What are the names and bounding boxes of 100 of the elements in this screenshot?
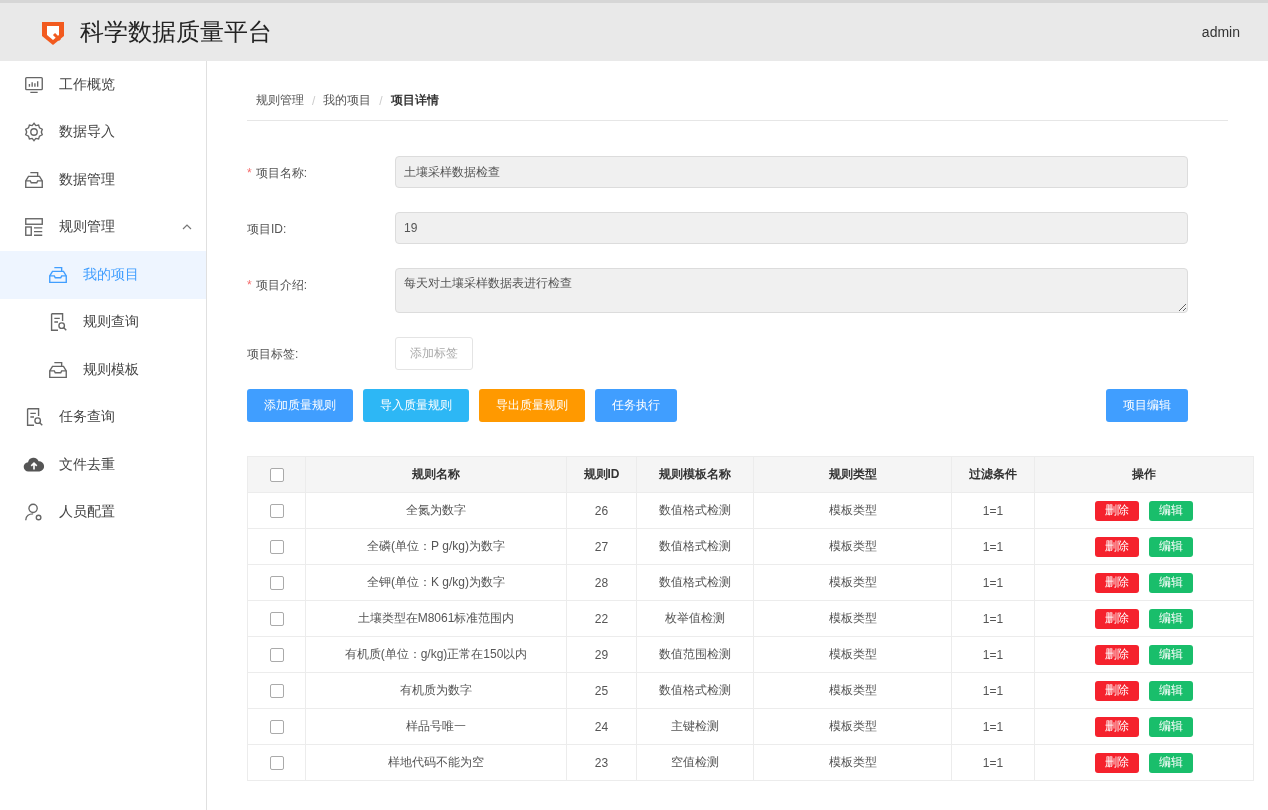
checkbox[interactable] — [269, 683, 284, 698]
app-title: 科学数据质量平台 — [80, 17, 272, 47]
required-mark: * — [247, 278, 252, 292]
table-cell: 1=1 — [951, 528, 1035, 565]
column-header: 过滤条件 — [951, 456, 1035, 493]
edit-button[interactable]: 编辑 — [1149, 608, 1193, 629]
action-button[interactable]: 导出质量规则 — [479, 389, 585, 422]
table-cell: 有机质(单位：g/kg)正常在150以内 — [305, 636, 567, 673]
delete-button[interactable]: 删除 — [1095, 644, 1139, 665]
table-cell: 主键检测 — [636, 708, 754, 745]
field-label: 项目名称: — [255, 166, 307, 180]
edit-button[interactable]: 编辑 — [1149, 644, 1193, 665]
edit-button[interactable]: 编辑 — [1149, 680, 1193, 701]
sidebar-item[interactable]: 数据导入 — [0, 108, 206, 156]
column-header: 规则模板名称 — [636, 456, 754, 493]
table-cell: 土壤类型在M8061标准范围内 — [305, 600, 567, 637]
edit-button[interactable]: 编辑 — [1149, 572, 1193, 593]
settings-icon — [23, 121, 45, 144]
checkbox[interactable] — [269, 755, 284, 770]
table-cell: 模板类型 — [753, 600, 952, 637]
table-cell: 空值检测 — [636, 744, 754, 781]
checkbox[interactable] — [269, 647, 284, 662]
sidebar-item[interactable]: 任务查询 — [0, 393, 206, 441]
delete-button[interactable]: 删除 — [1095, 752, 1139, 773]
table-cell: 1=1 — [951, 744, 1035, 781]
field-label: 项目介绍: — [255, 278, 307, 292]
edit-button[interactable]: 编辑 — [1149, 716, 1193, 737]
breadcrumb-separator: / — [379, 93, 383, 108]
table-cell: 23 — [566, 744, 637, 781]
list-icon — [23, 216, 45, 239]
table-cell: 1=1 — [951, 492, 1035, 529]
action-button[interactable]: 任务执行 — [595, 389, 677, 422]
table-cell: 数值格式检测 — [636, 492, 754, 529]
breadcrumb-item[interactable]: 我的项目 — [323, 92, 372, 109]
delete-button[interactable]: 删除 — [1095, 716, 1139, 737]
table-cell: 枚举值检测 — [636, 600, 754, 637]
text-field[interactable]: 19 — [395, 212, 1188, 244]
sidebar-item[interactable]: 数据管理 — [0, 156, 206, 204]
username[interactable]: admin — [1201, 24, 1240, 40]
column-header: 规则ID — [566, 456, 637, 493]
text-field[interactable]: 土壤采样数据检查 — [395, 156, 1188, 188]
checkbox[interactable] — [269, 467, 284, 482]
breadcrumb-item[interactable]: 规则管理 — [256, 92, 304, 109]
table-cell: 1=1 — [951, 564, 1035, 601]
table-cell: 全磷(单位：P g/kg)为数字 — [305, 528, 567, 565]
checkbox[interactable] — [269, 503, 284, 518]
table-cell: 样品号唯一 — [305, 708, 567, 745]
delete-button[interactable]: 删除 — [1095, 680, 1139, 701]
breadcrumb-separator: / — [312, 93, 316, 108]
checkbox[interactable] — [269, 539, 284, 554]
sidebar-item[interactable]: 规则模板 — [0, 346, 206, 394]
sidebar-item[interactable]: 规则管理 — [0, 203, 206, 251]
delete-button[interactable]: 删除 — [1095, 608, 1139, 629]
table-cell: 27 — [566, 528, 637, 565]
edit-button[interactable]: 编辑 — [1149, 536, 1193, 557]
table-cell: 模板类型 — [753, 744, 952, 781]
table-cell: 模板类型 — [753, 636, 952, 673]
table-cell: 22 — [566, 600, 637, 637]
sidebar-item[interactable]: 我的项目 — [0, 251, 206, 299]
action-button[interactable]: 导入质量规则 — [363, 389, 469, 422]
table-cell: 全钾(单位：K g/kg)为数字 — [305, 564, 567, 601]
delete-button[interactable]: 删除 — [1095, 500, 1139, 521]
sidebar-item[interactable]: 文件去重 — [0, 441, 206, 489]
table-cell: 数值格式检测 — [636, 528, 754, 565]
edit-project-button[interactable]: 项目编辑 — [1106, 389, 1188, 422]
sidebar-item[interactable]: 工作概览 — [0, 61, 206, 109]
delete-button[interactable]: 删除 — [1095, 536, 1139, 557]
table-cell: 24 — [566, 708, 637, 745]
checkbox[interactable] — [269, 611, 284, 626]
table-cell: 全氮为数字 — [305, 492, 567, 529]
table-cell: 有机质为数字 — [305, 672, 567, 709]
action-button[interactable]: 添加质量规则 — [247, 389, 353, 422]
table-cell: 28 — [566, 564, 637, 601]
checkbox[interactable] — [269, 575, 284, 590]
column-header: 规则类型 — [753, 456, 952, 493]
table-cell: 29 — [566, 636, 637, 673]
edit-button[interactable]: 编辑 — [1149, 500, 1193, 521]
table-cell: 1=1 — [951, 636, 1035, 673]
table-cell: 样地代码不能为空 — [305, 744, 567, 781]
field-label: 项目ID: — [247, 222, 287, 236]
add-tag-button[interactable]: 添加标签 — [395, 337, 473, 370]
breadcrumb-item: 项目详情 — [390, 92, 439, 109]
table-cell: 数值范围检测 — [636, 636, 754, 673]
sidebar-item[interactable]: 规则查询 — [0, 298, 206, 346]
table-cell: 25 — [566, 672, 637, 709]
table-cell: 数值格式检测 — [636, 672, 754, 709]
table-cell: 模板类型 — [753, 492, 952, 529]
edit-button[interactable]: 编辑 — [1149, 752, 1193, 773]
table-cell: 1=1 — [951, 600, 1035, 637]
column-header: 规则名称 — [305, 456, 567, 493]
table-cell: 模板类型 — [753, 708, 952, 745]
table-cell: 1=1 — [951, 672, 1035, 709]
required-mark: * — [247, 166, 252, 180]
checkbox[interactable] — [269, 719, 284, 734]
table-cell: 数值格式检测 — [636, 564, 754, 601]
table-cell: 模板类型 — [753, 564, 952, 601]
sidebar-item[interactable]: 人员配置 — [0, 488, 206, 536]
delete-button[interactable]: 删除 — [1095, 572, 1139, 593]
field-label: 项目标签: — [247, 347, 299, 361]
textarea-field[interactable]: 每天对土壤采样数据表进行检查 — [395, 268, 1188, 313]
